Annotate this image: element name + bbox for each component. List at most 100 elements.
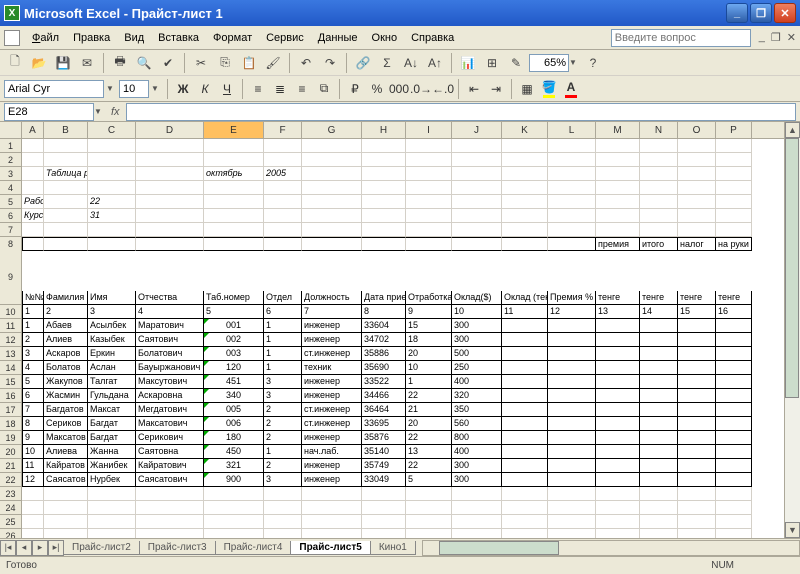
cell[interactable] bbox=[264, 501, 302, 515]
cell[interactable] bbox=[22, 181, 44, 195]
cell[interactable]: Таблица расчета зарплаты за bbox=[44, 167, 88, 181]
cell[interactable] bbox=[716, 139, 752, 153]
cell[interactable] bbox=[548, 237, 596, 251]
cell[interactable]: 22 bbox=[88, 195, 136, 209]
cell[interactable]: 13 bbox=[406, 445, 452, 459]
cell[interactable] bbox=[596, 487, 640, 501]
col-head-D[interactable]: D bbox=[136, 122, 204, 138]
cell[interactable] bbox=[596, 223, 640, 237]
row-head[interactable]: 23 bbox=[0, 487, 22, 501]
sort-desc-icon[interactable]: A↑ bbox=[424, 52, 446, 74]
cell[interactable]: 3 bbox=[264, 389, 302, 403]
cell[interactable]: 16 bbox=[716, 305, 752, 319]
cell[interactable]: 1 bbox=[264, 319, 302, 333]
cell[interactable]: тенге bbox=[596, 291, 640, 305]
cell[interactable]: 8 bbox=[22, 417, 44, 431]
row-head[interactable]: 14 bbox=[0, 361, 22, 375]
cell[interactable]: 7 bbox=[302, 305, 362, 319]
comma-icon[interactable]: 000 bbox=[389, 79, 409, 99]
cell[interactable] bbox=[502, 361, 548, 375]
menu-window[interactable]: Окно bbox=[366, 30, 404, 46]
cell[interactable] bbox=[716, 487, 752, 501]
cell[interactable] bbox=[596, 515, 640, 529]
cell[interactable]: 12 bbox=[22, 473, 44, 487]
cell[interactable] bbox=[596, 389, 640, 403]
cell[interactable] bbox=[596, 209, 640, 223]
cell[interactable]: 1 bbox=[264, 333, 302, 347]
cell[interactable]: 20 bbox=[406, 347, 452, 361]
cell[interactable]: Максатов bbox=[44, 431, 88, 445]
col-head-L[interactable]: L bbox=[548, 122, 596, 138]
cell[interactable] bbox=[640, 167, 678, 181]
cell[interactable] bbox=[716, 389, 752, 403]
inc-decimal-icon[interactable]: .0→ bbox=[411, 79, 431, 99]
cell[interactable] bbox=[502, 333, 548, 347]
cell[interactable] bbox=[678, 403, 716, 417]
cell[interactable] bbox=[362, 139, 406, 153]
vertical-scrollbar[interactable]: ▲ ▼ bbox=[784, 122, 800, 538]
close-button[interactable]: ✕ bbox=[774, 3, 796, 23]
cell[interactable] bbox=[596, 445, 640, 459]
cell[interactable]: 400 bbox=[452, 375, 502, 389]
cell[interactable]: 10 bbox=[406, 361, 452, 375]
cell[interactable]: Аскаровна bbox=[136, 389, 204, 403]
cell[interactable]: налог bbox=[678, 237, 716, 251]
cell[interactable] bbox=[678, 417, 716, 431]
scroll-thumb[interactable] bbox=[785, 138, 799, 398]
cell[interactable]: инженер bbox=[302, 333, 362, 347]
cell[interactable]: Жанибек bbox=[88, 459, 136, 473]
cell[interactable]: октябрь bbox=[204, 167, 264, 181]
cell[interactable]: Отдел bbox=[264, 291, 302, 305]
cell[interactable] bbox=[452, 195, 502, 209]
cell[interactable] bbox=[136, 223, 204, 237]
menu-format[interactable]: Формат bbox=[207, 30, 258, 46]
cell[interactable]: 2 bbox=[44, 305, 88, 319]
cell[interactable]: №№ bbox=[22, 291, 44, 305]
cell[interactable] bbox=[502, 347, 548, 361]
cell[interactable]: Отработка bbox=[406, 291, 452, 305]
cell[interactable]: 10 bbox=[452, 305, 502, 319]
cell[interactable] bbox=[88, 515, 136, 529]
cell[interactable] bbox=[502, 389, 548, 403]
cell[interactable] bbox=[22, 153, 44, 167]
cell[interactable]: ст.инженер bbox=[302, 347, 362, 361]
col-head-I[interactable]: I bbox=[406, 122, 452, 138]
cell[interactable] bbox=[302, 153, 362, 167]
cell[interactable] bbox=[640, 431, 678, 445]
cell[interactable] bbox=[678, 361, 716, 375]
cell[interactable]: Максатович bbox=[136, 417, 204, 431]
cell[interactable] bbox=[640, 209, 678, 223]
cell[interactable] bbox=[548, 153, 596, 167]
cell[interactable]: 8 bbox=[362, 305, 406, 319]
cell[interactable] bbox=[136, 209, 204, 223]
cell[interactable]: инженер bbox=[302, 375, 362, 389]
cell[interactable] bbox=[204, 487, 264, 501]
cell[interactable] bbox=[502, 501, 548, 515]
row-head[interactable]: 16 bbox=[0, 389, 22, 403]
cell[interactable]: Асылбек bbox=[88, 319, 136, 333]
cell[interactable] bbox=[716, 501, 752, 515]
cut-icon[interactable]: ✂ bbox=[190, 52, 212, 74]
cell[interactable]: Оклад($) bbox=[452, 291, 502, 305]
cell[interactable] bbox=[678, 223, 716, 237]
row-head[interactable]: 24 bbox=[0, 501, 22, 515]
cell[interactable] bbox=[44, 515, 88, 529]
cell[interactable]: 800 bbox=[452, 431, 502, 445]
cell[interactable] bbox=[136, 167, 204, 181]
cell[interactable] bbox=[264, 139, 302, 153]
cell[interactable] bbox=[678, 473, 716, 487]
cell[interactable]: 21 bbox=[406, 403, 452, 417]
cell[interactable] bbox=[678, 347, 716, 361]
cell[interactable]: 3 bbox=[88, 305, 136, 319]
cell[interactable] bbox=[502, 237, 548, 251]
row-head[interactable]: 22 bbox=[0, 473, 22, 487]
cell[interactable] bbox=[716, 333, 752, 347]
cell[interactable] bbox=[716, 209, 752, 223]
row-head[interactable]: 17 bbox=[0, 403, 22, 417]
row-head[interactable]: 25 bbox=[0, 515, 22, 529]
cell[interactable] bbox=[596, 347, 640, 361]
cell[interactable]: 3 bbox=[264, 375, 302, 389]
cell[interactable]: 35749 bbox=[362, 459, 406, 473]
bold-button[interactable]: Ж bbox=[173, 79, 193, 99]
inc-indent-icon[interactable]: ⇥ bbox=[486, 79, 506, 99]
